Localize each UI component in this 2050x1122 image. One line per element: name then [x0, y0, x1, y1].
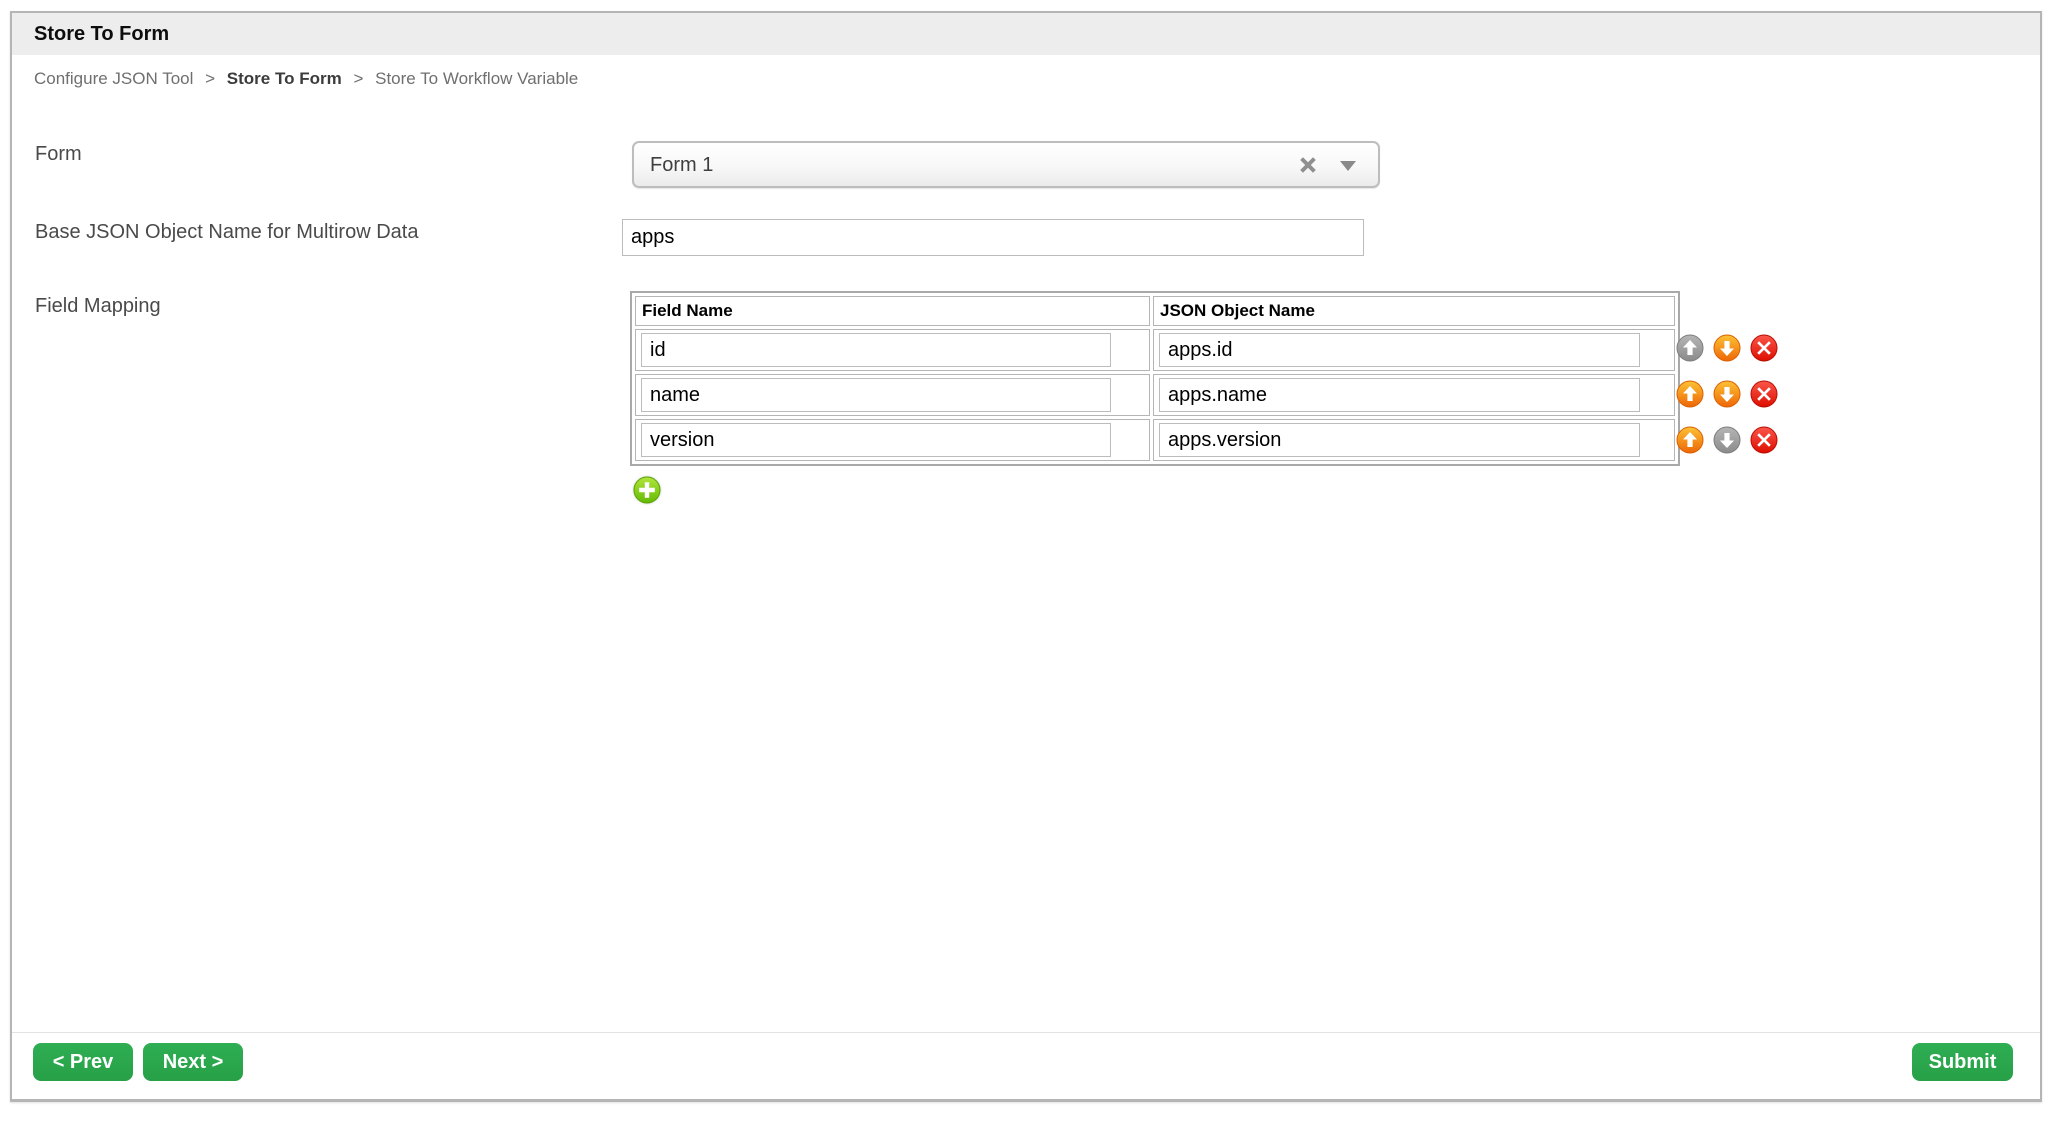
footer-divider [12, 1032, 2040, 1033]
form-label: Form [35, 143, 82, 166]
submit-button[interactable]: Submit [1912, 1043, 2013, 1081]
move-down-icon[interactable] [1713, 334, 1741, 362]
json-object-name-input[interactable] [1159, 333, 1640, 367]
table-header-row: Field Name JSON Object Name [635, 296, 1675, 326]
add-row-icon[interactable] [633, 476, 661, 504]
dropdown-arrow-icon[interactable] [1340, 161, 1356, 171]
table-row [635, 419, 1675, 461]
form-select[interactable]: Form 1 [632, 141, 1380, 188]
field-name-input[interactable] [641, 378, 1111, 412]
delete-row-icon[interactable] [1750, 380, 1778, 408]
json-object-name-input[interactable] [1159, 378, 1640, 412]
breadcrumb: Configure JSON Tool > Store To Form > St… [34, 69, 578, 89]
move-down-icon[interactable] [1713, 380, 1741, 408]
clear-selection-icon[interactable] [1296, 153, 1320, 177]
row-actions [1676, 380, 1786, 408]
column-header-json-object-name: JSON Object Name [1153, 296, 1675, 326]
field-name-input[interactable] [641, 423, 1111, 457]
move-up-icon [1676, 334, 1704, 362]
move-up-icon[interactable] [1676, 426, 1704, 454]
prev-button[interactable]: < Prev [33, 1043, 133, 1081]
json-object-name-input[interactable] [1159, 423, 1640, 457]
field-mapping-label: Field Mapping [35, 295, 161, 318]
table-row [635, 329, 1675, 371]
config-dialog: Store To Form Configure JSON Tool > Stor… [10, 11, 2042, 1102]
breadcrumb-step-configure-json-tool: Configure JSON Tool [34, 69, 193, 88]
row-actions [1676, 426, 1786, 454]
delete-row-icon[interactable] [1750, 426, 1778, 454]
delete-row-icon[interactable] [1750, 334, 1778, 362]
next-button[interactable]: Next > [143, 1043, 243, 1081]
breadcrumb-separator: > [205, 69, 215, 88]
breadcrumb-step-store-to-workflow-variable: Store To Workflow Variable [375, 69, 578, 88]
dialog-title: Store To Form [12, 13, 2040, 55]
column-header-field-name: Field Name [635, 296, 1150, 326]
field-name-input[interactable] [641, 333, 1111, 367]
breadcrumb-step-store-to-form: Store To Form [227, 69, 342, 88]
table-row [635, 374, 1675, 416]
move-up-icon[interactable] [1676, 380, 1704, 408]
field-mapping-table: Field Name JSON Object Name [630, 291, 1680, 466]
move-down-icon [1713, 426, 1741, 454]
breadcrumb-separator: > [353, 69, 363, 88]
base-json-object-name-input[interactable] [622, 219, 1364, 256]
form-select-value: Form 1 [650, 143, 713, 187]
base-json-object-name-label: Base JSON Object Name for Multirow Data [35, 221, 418, 244]
row-actions [1676, 334, 1786, 362]
